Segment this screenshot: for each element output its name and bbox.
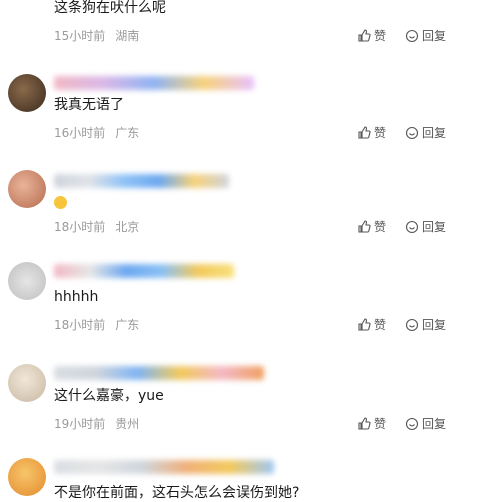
reply-icon [405, 417, 419, 431]
like-button[interactable]: 赞 [357, 219, 386, 235]
reply-label: 回复 [422, 29, 447, 43]
avatar[interactable] [8, 458, 46, 496]
reply-label: 回复 [422, 220, 447, 234]
fearful-face-emoji [54, 196, 67, 209]
thumbs-up-icon [358, 29, 371, 42]
comment-text: 我真无语了 [54, 97, 124, 113]
reply-button[interactable]: 回复 [405, 125, 446, 141]
like-label: 赞 [374, 220, 387, 234]
comment-meta: 19小时前 贵州 [54, 416, 139, 432]
thumbs-up-icon [358, 417, 371, 430]
reply-label: 回复 [422, 417, 447, 431]
comment-meta: 18小时前 广东 [54, 317, 139, 333]
reply-label: 回复 [422, 126, 447, 140]
comment-time: 16小时前 [54, 126, 106, 140]
like-label: 赞 [374, 126, 387, 140]
reply-icon [405, 220, 419, 234]
comment-time: 19小时前 [54, 417, 106, 431]
comment-meta: 15小时前 湖南 [54, 28, 139, 44]
comment-text [54, 194, 67, 212]
username-blurred[interactable] [54, 366, 264, 380]
reply-icon [405, 29, 419, 43]
comment-text: 这条狗在吠什么呢 [54, 0, 166, 16]
comment-location: 北京 [115, 220, 140, 234]
comment-text: hhhhh [54, 289, 99, 305]
thumbs-up-icon [358, 220, 371, 233]
like-label: 赞 [374, 318, 387, 332]
comment-time: 18小时前 [54, 220, 106, 234]
like-button[interactable]: 赞 [357, 28, 386, 44]
username-blurred[interactable] [54, 76, 254, 90]
comment-location: 贵州 [115, 417, 140, 431]
comment-text: 不是你在前面，这石头怎么会误伤到她? [54, 485, 300, 501]
like-button[interactable]: 赞 [357, 317, 386, 333]
reply-icon [405, 126, 419, 140]
thumbs-up-icon [358, 126, 371, 139]
thumbs-up-icon [358, 318, 371, 331]
avatar[interactable] [8, 170, 46, 208]
like-button[interactable]: 赞 [357, 416, 386, 432]
avatar[interactable] [8, 364, 46, 402]
comment-text: 这什么嘉豪，yue [54, 388, 164, 404]
like-button[interactable]: 赞 [357, 125, 386, 141]
like-label: 赞 [374, 417, 387, 431]
reply-button[interactable]: 回复 [405, 28, 446, 44]
like-label: 赞 [374, 29, 387, 43]
reply-button[interactable]: 回复 [405, 219, 446, 235]
username-blurred[interactable] [54, 174, 229, 188]
reply-button[interactable]: 回复 [405, 416, 446, 432]
comment-location: 广东 [115, 318, 140, 332]
username-blurred[interactable] [54, 460, 274, 474]
comment-time: 18小时前 [54, 318, 106, 332]
comment-meta: 16小时前 广东 [54, 125, 139, 141]
reply-icon [405, 318, 419, 332]
comment-location: 广东 [115, 126, 140, 140]
comment-location: 湖南 [115, 29, 140, 43]
comment-time: 15小时前 [54, 29, 106, 43]
avatar[interactable] [8, 262, 46, 300]
reply-button[interactable]: 回复 [405, 317, 446, 333]
avatar[interactable] [8, 74, 46, 112]
reply-label: 回复 [422, 318, 447, 332]
username-blurred[interactable] [54, 264, 234, 278]
comment-meta: 18小时前 北京 [54, 219, 139, 235]
